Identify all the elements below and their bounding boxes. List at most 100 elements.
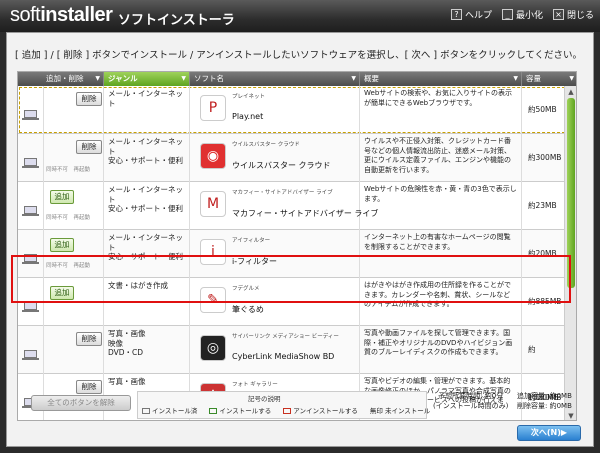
genre-cell: 文書・はがき作成	[104, 278, 190, 326]
col-size[interactable]: 容量 ▼	[522, 72, 576, 86]
installed-cell	[18, 182, 44, 230]
main-panel: [ 追加 ] / [ 削除 ] ボタンでインストール / アンインストールしたい…	[6, 32, 594, 447]
software-kana: プレイネット	[232, 94, 266, 100]
desc-cell: インターネット上の有害なホームページの閲覧を制限することができます。	[360, 230, 522, 278]
table-row[interactable]: 削除 同時不可 再起動 メール・インターネット 安心・サポート・便利 ◉ ウイル…	[18, 134, 566, 182]
legend-title: 記号の説明	[248, 395, 281, 403]
software-kana: マカフィー・サイトアドバイザー ライブ	[232, 190, 333, 196]
size-cell: 約23MB	[528, 201, 557, 210]
time-label: 予想所要時間: 約0分	[438, 392, 504, 400]
capacity-info: 追加容量: 約0MB 削除容量: 約0MB	[517, 391, 572, 411]
genre-cell: メール・インターネット 安心・サポート・便利	[104, 134, 190, 182]
close-button[interactable]: × 閉じる	[552, 8, 594, 21]
action-cell: 削除 同時不可 再起動	[44, 134, 104, 182]
action-cell: 追加 同時不可 再起動	[44, 182, 104, 230]
window-buttons: ? ヘルプ _ 最小化 × 閉じる	[450, 8, 594, 21]
legend-install-label: インストールする	[219, 407, 272, 415]
scrollbar[interactable]: ▲ ▼	[564, 86, 576, 420]
col-genre[interactable]: ジャンル ▼	[104, 72, 190, 86]
installed-cell	[18, 278, 44, 326]
name-cell: ◉ ウイルスバスター クラウド ウイルスバスター クラウド	[190, 134, 360, 182]
scroll-thumb[interactable]	[567, 98, 575, 288]
scroll-up-icon[interactable]: ▲	[566, 87, 576, 97]
pc-icon	[22, 110, 39, 120]
install-icon	[209, 408, 218, 414]
pc-icon	[142, 408, 150, 414]
time-estimate: 予想所要時間: 約0分 (インストール時間のみ)	[433, 391, 508, 411]
size-cell: 約300MB	[528, 153, 562, 162]
legend-install: インストールする	[209, 405, 271, 415]
software-name: CyberLink MediaShow BD	[232, 352, 335, 361]
installed-cell	[18, 230, 44, 278]
software-icon: M	[200, 191, 226, 217]
col-desc-label: 概要	[364, 74, 379, 83]
desc-cell: Webサイトの検索や、お気に入りサイトの表示が簡単にできるWebブラウザです。	[360, 86, 522, 134]
table-row[interactable]: 追加 文書・はがき作成 ✎ フデグルメ 筆ぐるめ はがきやはがき作成用の住所録を…	[18, 278, 566, 326]
remove-button[interactable]: 削除	[76, 92, 102, 106]
software-icon: i	[200, 239, 226, 265]
desc-cell: Webサイトの危険性を赤・黄・青の3色で表示します。	[360, 182, 522, 230]
time-sub: (インストール時間のみ)	[433, 402, 509, 410]
next-button[interactable]: 次へ(N)▶	[517, 425, 581, 441]
software-icon: ◎	[200, 335, 226, 361]
desc-cell: はがきやはがき作成用の住所録を作ることができます。カレンダーや名刺、賞状、シール…	[360, 278, 522, 326]
title-bar: softinstaller ソフトインストーラ ? ヘルプ _ 最小化 × 閉じる	[0, 0, 600, 32]
action-notes: 同時不可 再起動	[46, 167, 91, 173]
software-kana: アイフィルター	[232, 238, 271, 244]
remove-button[interactable]: 削除	[76, 140, 102, 154]
scroll-down-icon[interactable]: ▼	[566, 411, 576, 420]
help-icon: ?	[450, 9, 462, 20]
pc-icon	[22, 254, 39, 264]
uninstall-icon	[283, 408, 292, 414]
col-action[interactable]: 追加・削除 ▼	[18, 72, 104, 86]
legend-uninstall-label: アンインストールする	[293, 407, 358, 415]
col-name[interactable]: ソフト名 ▼	[190, 72, 360, 86]
chevron-down-icon: ▼	[569, 75, 574, 82]
software-kana: フデグルメ	[232, 286, 260, 292]
table-row[interactable]: 削除 メール・インターネット P プレイネット Play.net Webサイトの…	[18, 86, 566, 134]
name-cell: ✎ フデグルメ 筆ぐるめ	[190, 278, 360, 326]
software-icon: ◉	[200, 143, 226, 169]
col-desc[interactable]: 概要 ▼	[360, 72, 522, 86]
legend-installed-label: インストール済	[152, 407, 198, 415]
remove-button[interactable]: 削除	[76, 380, 102, 394]
software-name: ウイルスバスター クラウド	[232, 161, 331, 170]
software-name: i-フィルター	[232, 257, 277, 266]
table-header: 追加・削除 ▼ ジャンル ▼ ソフト名 ▼ 概要 ▼ 容量 ▼	[18, 72, 576, 86]
add-button[interactable]: 追加	[50, 238, 74, 252]
add-capacity: 追加容量: 約0MB	[517, 392, 572, 400]
help-button[interactable]: ? ヘルプ	[450, 8, 492, 21]
genre-cell: メール・インターネット 安心・サポート・便利	[104, 230, 190, 278]
name-cell: i アイフィルター i-フィルター	[190, 230, 360, 278]
table-row[interactable]: 追加 同時不可 再起動 メール・インターネット 安心・サポート・便利 i アイフ…	[18, 230, 566, 278]
size-cell: 約20MB	[528, 249, 557, 258]
legend-items: インストール済 インストールする アンインストールする 無印 未インストール	[142, 405, 430, 415]
desc-cell: 写真や動画ファイルを探して管理できます。国際・補正やオリジナルのDVDやハイビジ…	[360, 326, 522, 374]
action-notes: 同時不可 再起動	[46, 263, 91, 269]
remove-button[interactable]: 削除	[76, 332, 102, 346]
unset-all-button[interactable]: 全てのボタンを解除	[31, 395, 131, 411]
logo-installer: installer	[40, 4, 113, 26]
pc-icon	[22, 158, 39, 168]
minimize-button[interactable]: _ 最小化	[501, 8, 543, 21]
name-cell: M マカフィー・サイトアドバイザー ライブ マカフィー・サイトアドバイザー ライ…	[190, 182, 378, 230]
col-genre-label: ジャンル	[108, 74, 138, 83]
installed-cell	[18, 326, 44, 374]
legend-none: 無印 未インストール	[369, 407, 431, 415]
software-icon: ✎	[200, 287, 226, 313]
name-cell: P プレイネット Play.net	[190, 86, 360, 134]
genre-cell: メール・インターネット	[104, 86, 190, 134]
add-button[interactable]: 追加	[50, 286, 74, 300]
software-table: 追加・削除 ▼ ジャンル ▼ ソフト名 ▼ 概要 ▼ 容量 ▼ 削除 メール・インターネッ…	[17, 71, 577, 421]
software-icon: P	[200, 95, 226, 121]
installed-cell	[18, 134, 44, 182]
table-row[interactable]: 削除 写真・画像 映像 DVD・CD ◎ サイバーリンク メディアショー ビーデ…	[18, 326, 566, 402]
chevron-down-icon: ▼	[95, 75, 100, 82]
app-logo: softinstaller	[10, 4, 113, 27]
table-row[interactable]: 追加 同時不可 再起動 メール・インターネット 安心・サポート・便利 M マカフ…	[18, 182, 566, 230]
genre-cell: 写真・画像 映像 DVD・CD	[104, 326, 190, 374]
minimize-label: 最小化	[515, 11, 543, 21]
pc-icon	[22, 350, 39, 360]
footer: 全てのボタンを解除 記号の説明 インストール済 インストールする アンインストー…	[17, 391, 587, 445]
add-button[interactable]: 追加	[50, 190, 74, 204]
